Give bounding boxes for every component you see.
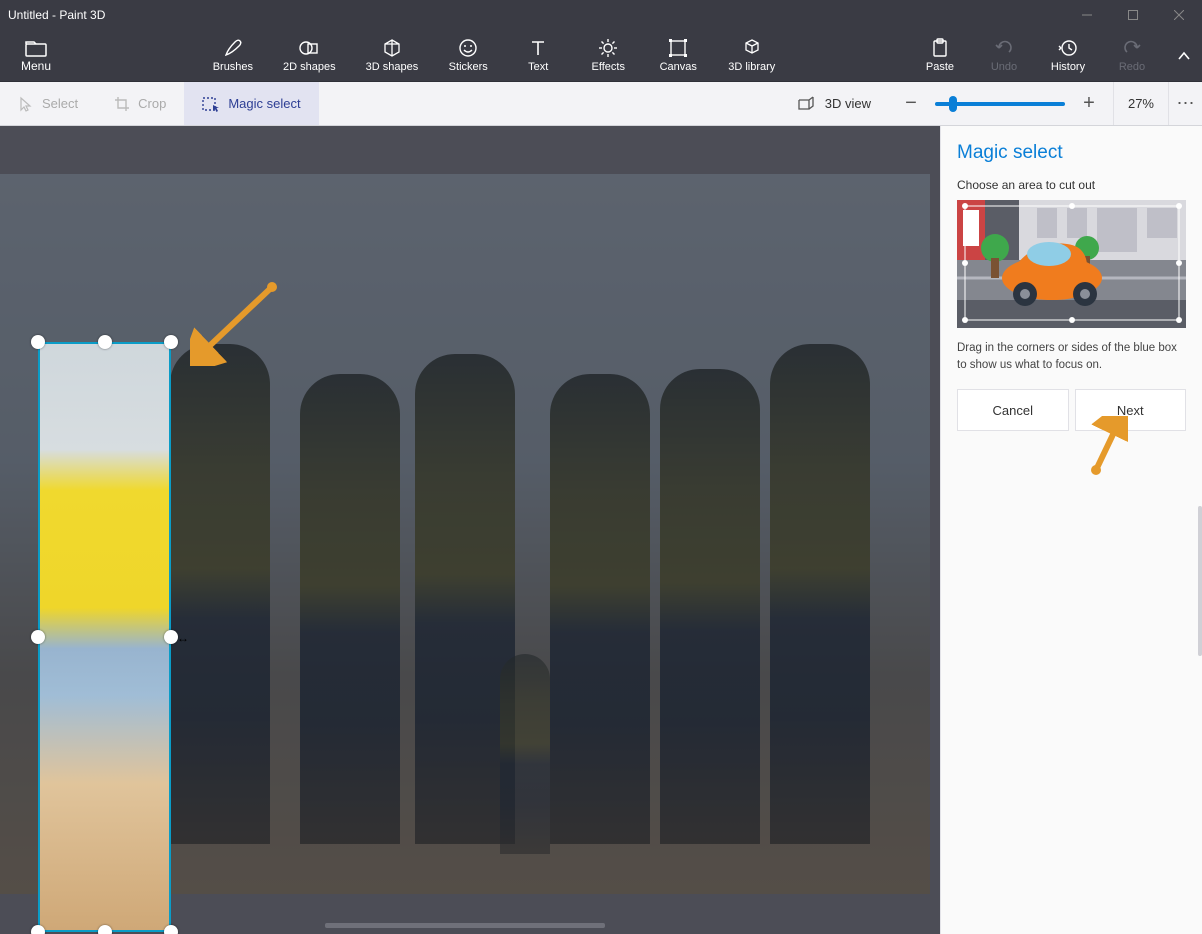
selection-handle-ne[interactable]	[164, 335, 178, 349]
menu-label: Menu	[21, 59, 51, 73]
sidebar-hint: Choose an area to cut out	[957, 178, 1186, 192]
shapes-2d-icon	[299, 38, 319, 58]
annotation-arrow-1	[190, 281, 280, 366]
subbar-crop: Crop	[96, 82, 184, 125]
tool-paste[interactable]: Paste	[916, 30, 964, 81]
magic-select-icon	[202, 96, 220, 112]
more-options-button[interactable]: ⋯	[1168, 82, 1202, 125]
subbar-select: Select	[0, 82, 96, 125]
tool-canvas[interactable]: Canvas	[654, 30, 702, 81]
tool-brushes[interactable]: Brushes	[209, 30, 257, 81]
selection-handle-nw[interactable]	[31, 335, 45, 349]
tool-3d-shapes[interactable]: 3D shapes	[362, 30, 423, 81]
selection-handle-n[interactable]	[98, 335, 112, 349]
history-icon	[1058, 38, 1078, 58]
subbar-magic-select[interactable]: Magic select	[184, 82, 318, 125]
tool-history[interactable]: History	[1044, 30, 1092, 81]
tool-3d-library[interactable]: 3D library	[724, 30, 779, 81]
titlebar: Untitled - Paint 3D	[0, 0, 1202, 30]
tool-2d-shapes[interactable]: 2D shapes	[279, 30, 340, 81]
undo-icon	[994, 38, 1014, 58]
sidebar-panel: Magic select Choose an area to cut out	[940, 126, 1202, 934]
resize-cursor-icon: ↔	[177, 631, 189, 645]
sidebar-illustration	[957, 200, 1186, 328]
canvas-area[interactable]: ↔	[0, 126, 940, 934]
folder-icon	[25, 41, 47, 57]
maximize-button[interactable]	[1110, 0, 1156, 30]
zoom-in-button[interactable]: +	[1075, 90, 1103, 118]
sidebar-scrollbar[interactable]	[1198, 506, 1202, 656]
tool-text[interactable]: Text	[514, 30, 562, 81]
crop-icon	[114, 96, 130, 112]
3d-view-toggle[interactable]: 3D view	[781, 82, 887, 125]
tool-stickers[interactable]: Stickers	[444, 30, 492, 81]
annotation-arrow-2	[1088, 416, 1128, 476]
chevron-up-icon	[1177, 49, 1191, 63]
zoom-controls: − +	[887, 82, 1113, 125]
selection-content	[38, 342, 171, 932]
ribbon: Menu Brushes 2D shapes 3D shapes Sticker…	[0, 30, 1202, 82]
sticker-icon	[458, 38, 478, 58]
selection-handle-w[interactable]	[31, 630, 45, 644]
tool-effects[interactable]: Effects	[584, 30, 632, 81]
window-title: Untitled - Paint 3D	[8, 8, 1064, 22]
selection-handle-sw[interactable]	[31, 925, 45, 934]
expand-ribbon-button[interactable]	[1166, 30, 1202, 81]
selection-handle-se[interactable]	[164, 925, 178, 934]
zoom-percentage[interactable]: 27%	[1113, 82, 1168, 125]
canvas-icon	[668, 38, 688, 58]
menu-button[interactable]: Menu	[0, 30, 72, 81]
close-button[interactable]	[1156, 0, 1202, 30]
pointer-icon	[18, 96, 34, 112]
horizontal-scrollbar[interactable]	[325, 923, 605, 928]
redo-icon	[1122, 38, 1142, 58]
view-3d-icon	[797, 96, 817, 112]
sidebar-description: Drag in the corners or sides of the blue…	[957, 340, 1186, 373]
sidebar-title: Magic select	[957, 142, 1186, 164]
paste-icon	[930, 38, 950, 58]
zoom-slider[interactable]	[935, 102, 1065, 106]
selection-handle-s[interactable]	[98, 925, 112, 934]
cancel-button[interactable]: Cancel	[957, 389, 1069, 431]
tool-undo: Undo	[980, 30, 1028, 81]
subbar: Select Crop Magic select 3D view − + 27%…	[0, 82, 1202, 126]
library-3d-icon	[742, 38, 762, 58]
zoom-out-button[interactable]: −	[897, 90, 925, 118]
minimize-button[interactable]	[1064, 0, 1110, 30]
selection-handle-e[interactable]	[164, 630, 178, 644]
tool-redo: Redo	[1108, 30, 1156, 81]
selection-box[interactable]: ↔	[38, 342, 171, 932]
shapes-3d-icon	[382, 38, 402, 58]
brush-icon	[223, 38, 243, 58]
effects-icon	[598, 38, 618, 58]
text-icon	[528, 38, 548, 58]
